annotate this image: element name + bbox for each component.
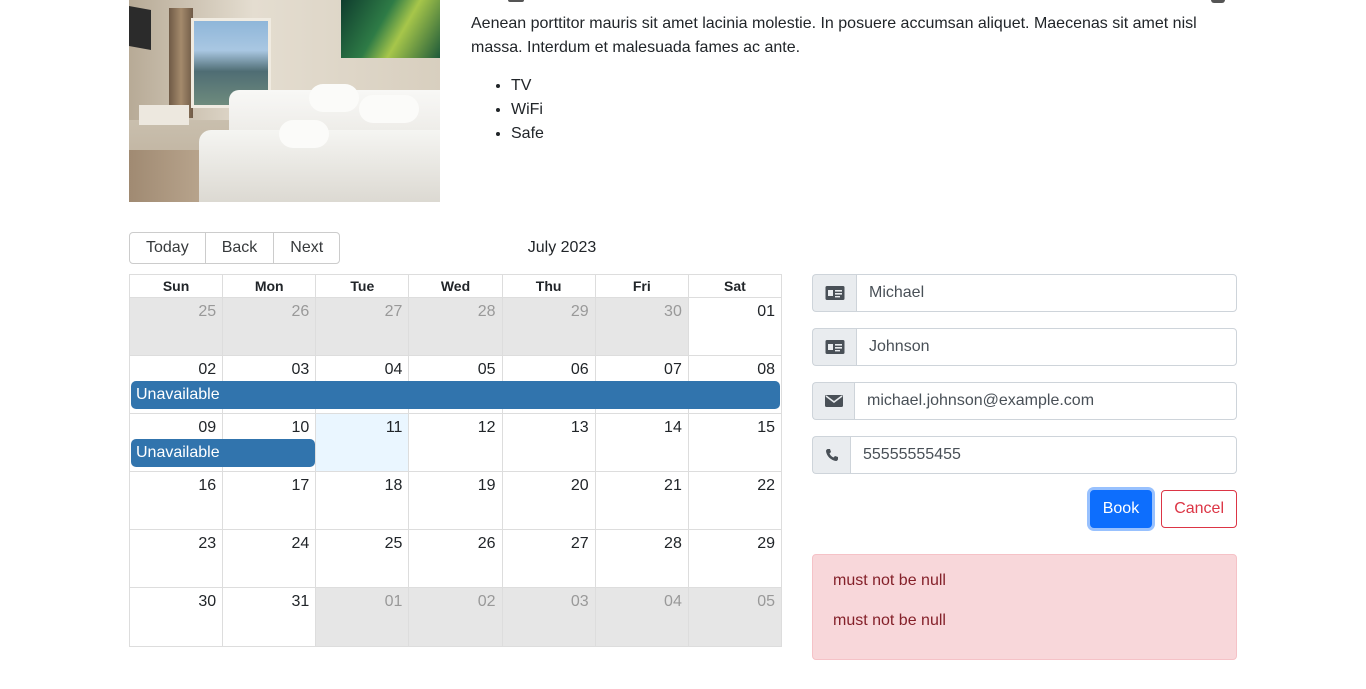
today-button[interactable]: Today — [129, 232, 206, 264]
room-image — [129, 0, 440, 202]
phone-input[interactable] — [850, 436, 1237, 474]
calendar-day[interactable]: 05 — [687, 588, 781, 646]
book-button[interactable]: Book — [1089, 490, 1153, 528]
calendar-day[interactable]: 22 — [687, 472, 781, 529]
calendar-day[interactable]: 27 — [501, 530, 595, 587]
id-card-icon — [812, 328, 856, 366]
room-description: Aenean porttitor mauris sit amet lacinia… — [471, 15, 1197, 56]
weekday-header: Sun Mon Tue Wed Thu Fri Sat — [130, 275, 781, 298]
calendar-day[interactable]: 14 — [594, 414, 688, 471]
calendar-week: 02 03 04 05 06 07 08 Unavailable — [130, 356, 781, 414]
calendar-toolbar: Today Back Next — [129, 232, 341, 264]
calendar-day[interactable]: 29 — [687, 530, 781, 587]
form-actions: Book Cancel — [1089, 490, 1237, 528]
lastname-group — [812, 328, 1237, 366]
weekday-label: Tue — [315, 275, 408, 297]
cancel-button[interactable]: Cancel — [1161, 490, 1237, 528]
amenities-list: TV WiFi Safe — [511, 74, 544, 146]
calendar-day[interactable]: 20 — [501, 472, 595, 529]
calendar-day[interactable]: 28 — [594, 530, 688, 587]
calendar-week: 25 26 27 28 29 30 01 — [130, 298, 781, 356]
firstname-group — [812, 274, 1237, 312]
calendar-day[interactable]: 30 — [594, 298, 688, 355]
phone-group — [812, 436, 1237, 474]
error-message: must not be null — [833, 572, 946, 589]
calendar-week: 16 17 18 19 20 21 22 — [130, 472, 781, 530]
weekday-label: Thu — [501, 275, 595, 297]
calendar-day[interactable]: 27 — [315, 298, 409, 355]
calendar-day[interactable]: 13 — [501, 414, 595, 471]
envelope-icon — [812, 382, 854, 420]
unavailable-event[interactable]: Unavailable — [131, 381, 780, 409]
weekday-label: Sun — [162, 278, 190, 294]
calendar-day[interactable]: 28 — [408, 298, 502, 355]
unavailable-event[interactable]: Unavailable — [131, 439, 315, 467]
weekday-label: Mon — [222, 275, 315, 297]
next-button[interactable]: Next — [273, 232, 341, 264]
cropped-heading-mark — [1211, 0, 1225, 3]
calendar-day[interactable]: 30 — [130, 588, 222, 646]
calendar-day[interactable]: 01 — [315, 588, 409, 646]
error-alert: must not be null must not be null — [812, 554, 1237, 660]
booking-calendar: Sun Mon Tue Wed Thu Fri Sat 25 26 27 28 … — [129, 274, 782, 647]
calendar-day[interactable]: 04 — [594, 588, 688, 646]
calendar-day[interactable]: 16 — [130, 472, 222, 529]
calendar-day[interactable]: 01 — [687, 298, 781, 355]
weekday-label: Wed — [408, 275, 501, 297]
email-input[interactable] — [854, 382, 1237, 420]
calendar-day[interactable]: 17 — [222, 472, 315, 529]
calendar-week: 23 24 25 26 27 28 29 — [130, 530, 781, 588]
calendar-day[interactable]: 19 — [408, 472, 501, 529]
calendar-day[interactable]: 02 — [408, 588, 502, 646]
calendar-day[interactable]: 31 — [222, 588, 315, 646]
calendar-day[interactable]: 25 — [130, 298, 223, 355]
calendar-day[interactable]: 26 — [222, 298, 316, 355]
calendar-day[interactable]: 24 — [222, 530, 315, 587]
calendar-day[interactable]: 18 — [315, 472, 408, 529]
calendar-day[interactable]: 21 — [594, 472, 688, 529]
calendar-day-today[interactable]: 11 — [315, 414, 409, 471]
lastname-input[interactable] — [856, 328, 1237, 366]
calendar-week: 30 31 01 02 03 04 05 — [130, 588, 781, 646]
id-card-icon — [812, 274, 856, 312]
calendar-week: 09 10 11 12 13 14 15 Unavailable — [130, 414, 781, 472]
calendar-day[interactable]: 25 — [315, 530, 408, 587]
weekday-label: Fri — [594, 275, 688, 297]
calendar-day[interactable]: 12 — [408, 414, 501, 471]
firstname-input[interactable] — [856, 274, 1237, 312]
weekday-label: Sat — [687, 275, 781, 297]
month-label: July 2023 — [527, 239, 597, 256]
back-button[interactable]: Back — [204, 232, 275, 264]
calendar-day[interactable]: 03 — [501, 588, 595, 646]
phone-icon — [812, 436, 850, 474]
calendar-day[interactable]: 26 — [408, 530, 501, 587]
calendar-day[interactable]: 23 — [130, 530, 222, 587]
amenity-item: WiFi — [511, 98, 544, 122]
amenity-item: Safe — [511, 122, 544, 146]
error-message: must not be null — [833, 612, 946, 629]
calendar-day[interactable]: 29 — [501, 298, 595, 355]
amenity-item: TV — [511, 74, 544, 98]
booking-form: Book Cancel — [812, 274, 1237, 528]
cropped-heading-mark — [508, 0, 524, 2]
calendar-day[interactable]: 15 — [687, 414, 781, 471]
email-group — [812, 382, 1237, 420]
